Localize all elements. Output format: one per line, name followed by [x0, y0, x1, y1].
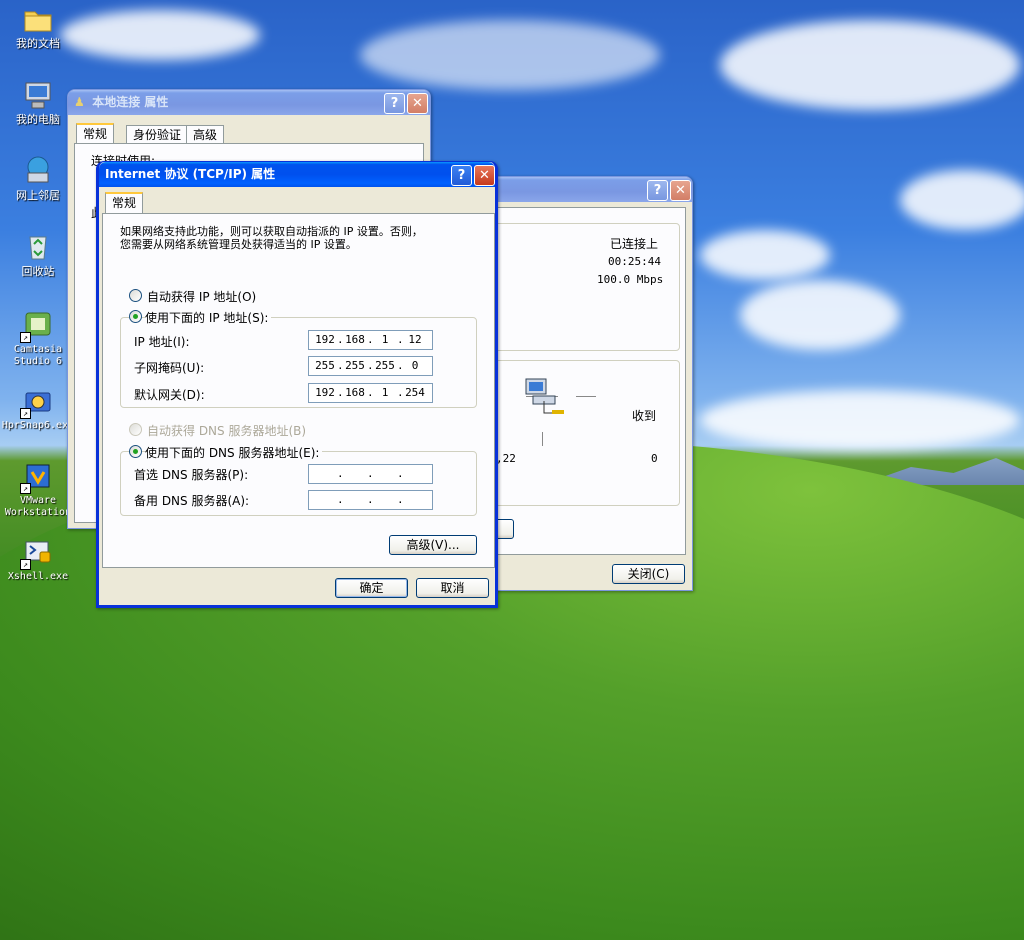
auto-ip-radio[interactable] — [129, 289, 142, 302]
help-button[interactable]: ? — [384, 93, 405, 114]
preferred-dns-label: 首选 DNS 服务器(P): — [134, 468, 249, 482]
vmware-icon: ↗ — [20, 460, 54, 494]
activity-group — [494, 360, 680, 506]
tab-panel: 如果网络支持此功能，则可以获取自动指派的 IP 设置。否则， 您需要从网络系统管… — [102, 213, 495, 568]
titlebar[interactable]: ? ✕ — [481, 177, 692, 202]
titlebar[interactable]: ♟ 本地连接 属性 ? ✕ — [68, 90, 430, 115]
auto-ip-label[interactable]: 自动获得 IP 地址(O) — [147, 288, 256, 305]
desktop-icon-label: Camtasia Studio 6 — [13, 344, 63, 367]
ip-address-label: IP 地址(I): — [134, 335, 190, 349]
desktop-icon-label: HprSnap6.exe — [1, 420, 75, 431]
tab-general[interactable]: 常规 — [105, 192, 144, 213]
desktop-icon-recycle-bin[interactable]: 回收站 — [0, 231, 76, 278]
advanced-button[interactable]: 高级(V)... — [389, 535, 477, 555]
ip-address-field[interactable]: 192. 168. 1. 12 — [308, 330, 433, 350]
received-bytes-value: 0 — [651, 452, 658, 465]
desktop-icon-my-documents[interactable]: 我的文档 — [0, 3, 76, 50]
camtasia-icon: ↗ — [20, 309, 54, 343]
received-label: 收到 — [632, 409, 657, 423]
status-value: 已连接上 — [610, 237, 659, 251]
help-button[interactable]: ? — [451, 165, 472, 186]
tab-advanced[interactable]: 高级 — [186, 125, 225, 144]
gateway-field[interactable]: 192. 168. 1. 254 — [308, 383, 433, 403]
tab-general[interactable]: 常规 — [76, 123, 115, 144]
subnet-mask-field[interactable]: 255. 255. 255. 0 — [308, 356, 433, 376]
close-button[interactable]: ✕ — [474, 165, 495, 186]
manual-ip-radio[interactable] — [129, 310, 142, 323]
desktop-icon-label: 我的电脑 — [16, 113, 60, 126]
close-button[interactable]: ✕ — [670, 180, 691, 201]
desktop-icon-xshell[interactable]: ↗ Xshell.exe — [0, 536, 76, 583]
close-button[interactable]: ✕ — [407, 93, 428, 114]
auto-dns-label: 自动获得 DNS 服务器地址(B) — [147, 424, 307, 438]
window-title: 本地连接 属性 — [92, 95, 169, 109]
folder-icon — [22, 3, 54, 35]
duration-value: 00:25:44 — [608, 255, 661, 268]
manual-dns-label[interactable]: 使用下面的 DNS 服务器地址(E): — [145, 444, 323, 461]
sent-bytes-value: ,22 — [496, 452, 516, 465]
alternate-dns-label: 备用 DNS 服务器(A): — [134, 494, 250, 508]
desktop-icon-hypersnap[interactable]: ↗ HprSnap6.exe — [0, 385, 76, 432]
cancel-button[interactable]: 取消 — [416, 578, 489, 598]
gateway-label: 默认网关(D): — [134, 388, 205, 402]
desktop-icon-camtasia[interactable]: ↗ Camtasia Studio 6 — [0, 309, 76, 368]
close-dialog-button[interactable]: 关闭(C) — [612, 564, 685, 584]
manual-dns-radio[interactable] — [129, 445, 142, 458]
network-connection-icon: ♟ — [74, 95, 85, 109]
hypersnap-icon: ↗ — [20, 385, 54, 419]
desktop-icon-vmware[interactable]: ↗ VMware Workstation — [0, 460, 76, 519]
help-button[interactable]: ? — [647, 180, 668, 201]
recycle-bin-icon — [22, 231, 54, 263]
computer-icon — [22, 79, 54, 111]
desktop-icon-my-computer[interactable]: 我的电脑 — [0, 79, 76, 126]
desktop-icon-label: VMware Workstation — [4, 495, 72, 518]
tab-authentication[interactable]: 身份验证 — [126, 125, 189, 144]
desktop-icon-label: 回收站 — [21, 265, 55, 278]
network-icon — [22, 155, 54, 187]
description-text: 如果网络支持此功能，则可以获取自动指派的 IP 设置。否则， 您需要从网络系统管… — [120, 225, 423, 251]
preferred-dns-field[interactable]: ... — [308, 464, 433, 484]
xshell-icon: ↗ — [20, 536, 54, 570]
desktop-icon-label: 我的文档 — [16, 37, 60, 50]
desktop-icon-network[interactable]: 网上邻居 — [0, 155, 76, 202]
network-activity-icon — [524, 375, 568, 422]
speed-value: 100.0 Mbps — [597, 273, 664, 286]
window-title: Internet 协议 (TCP/IP) 属性 — [105, 167, 276, 181]
alternate-dns-field[interactable]: ... — [308, 490, 433, 510]
desktop-icon-label: 网上邻居 — [16, 189, 60, 202]
desktop-icon-label: Xshell.exe — [7, 571, 69, 582]
auto-dns-radio[interactable] — [129, 423, 142, 436]
tab-panel: 已连接上 00:25:44 100.0 Mbps 收到 ,22 0 — [478, 207, 686, 555]
subnet-mask-label: 子网掩码(U): — [134, 361, 205, 375]
tcpip-properties-window[interactable]: Internet 协议 (TCP/IP) 属性 ? ✕ 常规 如果网络支持此功能… — [96, 161, 498, 608]
titlebar[interactable]: Internet 协议 (TCP/IP) 属性 ? ✕ — [99, 162, 495, 187]
connection-status-window[interactable]: ? ✕ 已连接上 00:25:44 100.0 Mbps 收到 ,22 0 关闭… — [478, 176, 693, 591]
manual-ip-label[interactable]: 使用下面的 IP 地址(S): — [145, 309, 272, 326]
ok-button[interactable]: 确定 — [335, 578, 408, 598]
